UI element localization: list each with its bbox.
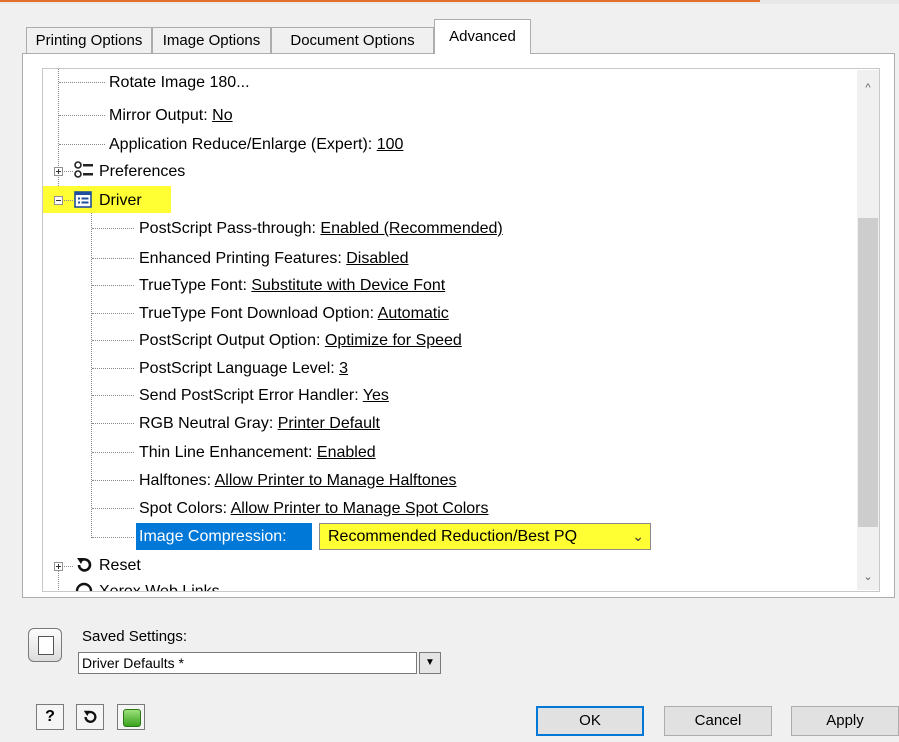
tree-connector: [64, 171, 73, 172]
tree-item-label: RGB Neutral Gray:: [139, 415, 278, 432]
expand-reset-icon[interactable]: [54, 562, 63, 571]
title-accent-line: [0, 0, 760, 2]
tree-item-value[interactable]: Substitute with Device Font: [251, 277, 445, 294]
tree-item-halftones[interactable]: Halftones: Allow Printer to Manage Halft…: [139, 467, 457, 494]
window-top-edge: [0, 0, 899, 4]
tree-item-label: Send PostScript Error Handler:: [139, 387, 363, 404]
tab-advanced[interactable]: Advanced: [434, 19, 531, 54]
tree-node-preferences[interactable]: Preferences: [99, 158, 185, 185]
tree-scrollbar[interactable]: ^ ⌄: [857, 70, 879, 590]
tree-connector: [92, 395, 134, 396]
tree-item-error-handler[interactable]: Send PostScript Error Handler: Yes: [139, 382, 389, 409]
tree-item-label: PostScript Language Level:: [139, 360, 340, 377]
tree-connector: [92, 452, 134, 453]
tree-connector: [92, 480, 134, 481]
tree-connector: [92, 537, 134, 538]
tree-connector: [92, 313, 134, 314]
tree-item-value[interactable]: Optimize for Speed: [325, 332, 462, 349]
tree-node-reset[interactable]: Reset: [99, 552, 141, 579]
tree-connector: [64, 566, 73, 567]
image-compression-combo[interactable]: Recommended Reduction/Best PQ ⌄: [319, 523, 651, 550]
tree-item-value[interactable]: Allow Printer to Manage Spot Colors: [231, 500, 489, 517]
tree-item-postscript-passthrough[interactable]: PostScript Pass-through: Enabled (Recomm…: [139, 215, 503, 242]
collapse-driver-icon[interactable]: [54, 196, 63, 205]
scrollbar-thumb[interactable]: [858, 218, 878, 527]
tree-item-thin-line[interactable]: Thin Line Enhancement: Enabled: [139, 439, 376, 466]
tab-image-options[interactable]: Image Options: [152, 27, 271, 53]
tree-item-spot-colors[interactable]: Spot Colors: Allow Printer to Manage Spo…: [139, 495, 489, 522]
tree-item-value[interactable]: Disabled: [346, 250, 408, 267]
tree-item-label: Mirror Output:: [109, 107, 213, 124]
tab-printing-options[interactable]: Printing Options: [26, 27, 152, 53]
saved-settings-icon: [28, 628, 62, 662]
image-compression-label[interactable]: Image Compression:: [136, 523, 312, 550]
scroll-down-icon[interactable]: ⌄: [857, 567, 879, 587]
tree-item-value[interactable]: Enabled: [317, 444, 376, 461]
tree-item-label: PostScript Pass-through:: [139, 220, 321, 237]
ok-button[interactable]: OK: [536, 706, 644, 736]
tree-item-label: Halftones:: [139, 472, 215, 489]
scroll-up-icon[interactable]: ^: [857, 78, 879, 98]
tree-connector: [92, 340, 134, 341]
tree-item-label: PostScript Output Option:: [139, 332, 325, 349]
help-button[interactable]: ?: [36, 704, 64, 730]
tree-item-label: Rotate Image 180...: [109, 74, 250, 91]
tree-item-value[interactable]: 100: [377, 136, 404, 153]
web-links-icon: [75, 582, 93, 591]
tree-item-value[interactable]: Yes: [363, 387, 389, 404]
tree-item-label: Enhanced Printing Features:: [139, 250, 347, 267]
tree-connector: [64, 200, 73, 201]
expand-preferences-icon[interactable]: [54, 167, 63, 176]
saved-settings-label: Saved Settings:: [82, 628, 188, 645]
tree-item-label: Application Reduce/Enlarge (Expert):: [109, 136, 377, 153]
reset-icon: [75, 556, 93, 574]
tree-item-value[interactable]: Enabled (Recommended): [320, 220, 502, 237]
tree-item-postscript-level[interactable]: PostScript Language Level: 3: [139, 355, 348, 382]
tree-node-web-links[interactable]: Xerox Web Links: [99, 578, 220, 591]
tree-item-value[interactable]: Allow Printer to Manage Halftones: [215, 472, 457, 489]
apply-button[interactable]: Apply: [791, 706, 899, 736]
preferences-icon: [74, 161, 94, 179]
tree-item-label: TrueType Font Download Option:: [139, 305, 378, 322]
tree-connector: [92, 508, 134, 509]
tree-item-rgb-neutral-gray[interactable]: RGB Neutral Gray: Printer Default: [139, 410, 380, 437]
tree-item-rotate[interactable]: Rotate Image 180...: [109, 69, 250, 96]
tab-document-options[interactable]: Document Options: [271, 27, 434, 53]
tree-connector: [92, 258, 134, 259]
tree-guide-line: [91, 211, 92, 538]
tree-item-value[interactable]: No: [212, 107, 232, 124]
tree-item-value[interactable]: 3: [339, 360, 348, 377]
tree-item-enhanced-printing[interactable]: Enhanced Printing Features: Disabled: [139, 245, 409, 272]
settings-tree: Rotate Image 180... Mirror Output: No Ap…: [42, 68, 880, 592]
tree-node-driver[interactable]: Driver: [99, 187, 142, 214]
tree-item-postscript-output[interactable]: PostScript Output Option: Optimize for S…: [139, 327, 462, 354]
tree-item-label: Thin Line Enhancement:: [139, 444, 317, 461]
driver-icon: [74, 191, 92, 208]
tree-item-label: Spot Colors:: [139, 500, 231, 517]
tree-connector: [59, 144, 105, 145]
tree-item-truetype-download[interactable]: TrueType Font Download Option: Automatic: [139, 300, 449, 327]
tree-item-value[interactable]: Printer Default: [278, 415, 380, 432]
status-button[interactable]: [117, 704, 145, 730]
tree-item-value[interactable]: Automatic: [378, 305, 449, 322]
status-green-icon: [123, 709, 141, 727]
chevron-down-icon[interactable]: ⌄: [632, 524, 644, 549]
tree-connector: [92, 228, 134, 229]
dropdown-arrow-icon[interactable]: ▼: [419, 652, 441, 674]
reset-icon: [83, 710, 97, 723]
tree-item-truetype-font[interactable]: TrueType Font: Substitute with Device Fo…: [139, 272, 445, 299]
tree-item-mirror[interactable]: Mirror Output: No: [109, 102, 233, 129]
tree-connector: [92, 368, 134, 369]
tree-connector: [59, 115, 105, 116]
tree-item-reduce-enlarge[interactable]: Application Reduce/Enlarge (Expert): 100: [109, 131, 403, 158]
saved-settings-dropdown[interactable]: Driver Defaults *: [78, 652, 417, 674]
tree-item-label: TrueType Font:: [139, 277, 252, 294]
tree-connector: [59, 82, 105, 83]
tree-connector: [92, 423, 134, 424]
cancel-button[interactable]: Cancel: [664, 706, 772, 736]
image-compression-value: Recommended Reduction/Best PQ: [328, 528, 578, 545]
reset-button[interactable]: [76, 704, 104, 730]
tree-connector: [92, 285, 134, 286]
